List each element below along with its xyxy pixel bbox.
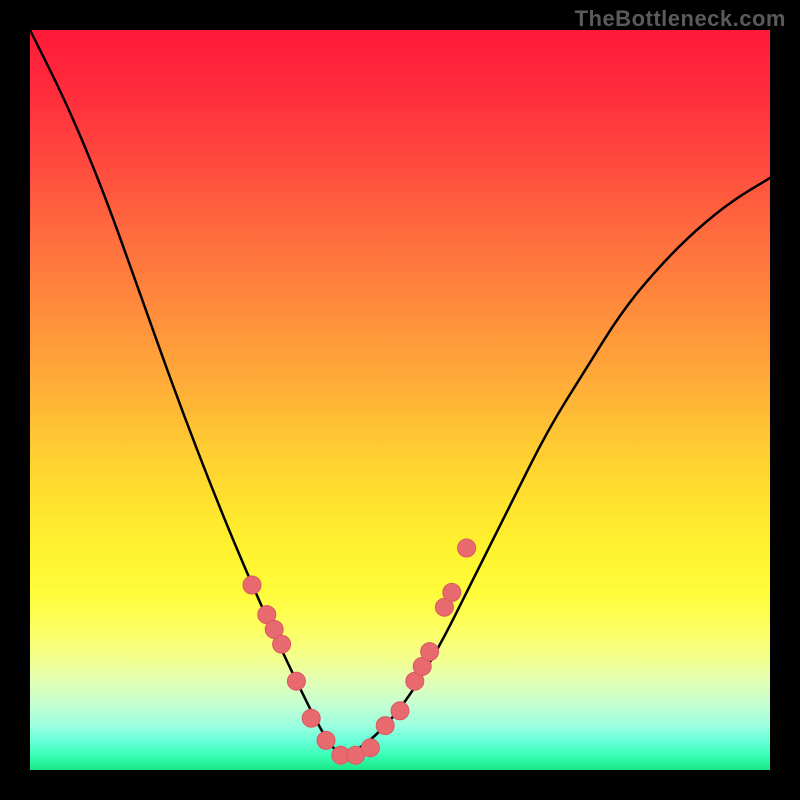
watermark-text: TheBottleneck.com [575, 6, 786, 32]
marker-point [273, 635, 291, 653]
curve-markers [243, 539, 476, 764]
marker-point [421, 643, 439, 661]
marker-point [458, 539, 476, 557]
marker-point [443, 583, 461, 601]
marker-point [287, 672, 305, 690]
marker-point [243, 576, 261, 594]
chart-svg [30, 30, 770, 770]
marker-point [317, 731, 335, 749]
marker-point [391, 702, 409, 720]
chart-frame: TheBottleneck.com [0, 0, 800, 800]
bottleneck-curve [30, 30, 770, 753]
marker-point [361, 739, 379, 757]
marker-point [376, 717, 394, 735]
plot-area [30, 30, 770, 770]
marker-point [302, 709, 320, 727]
